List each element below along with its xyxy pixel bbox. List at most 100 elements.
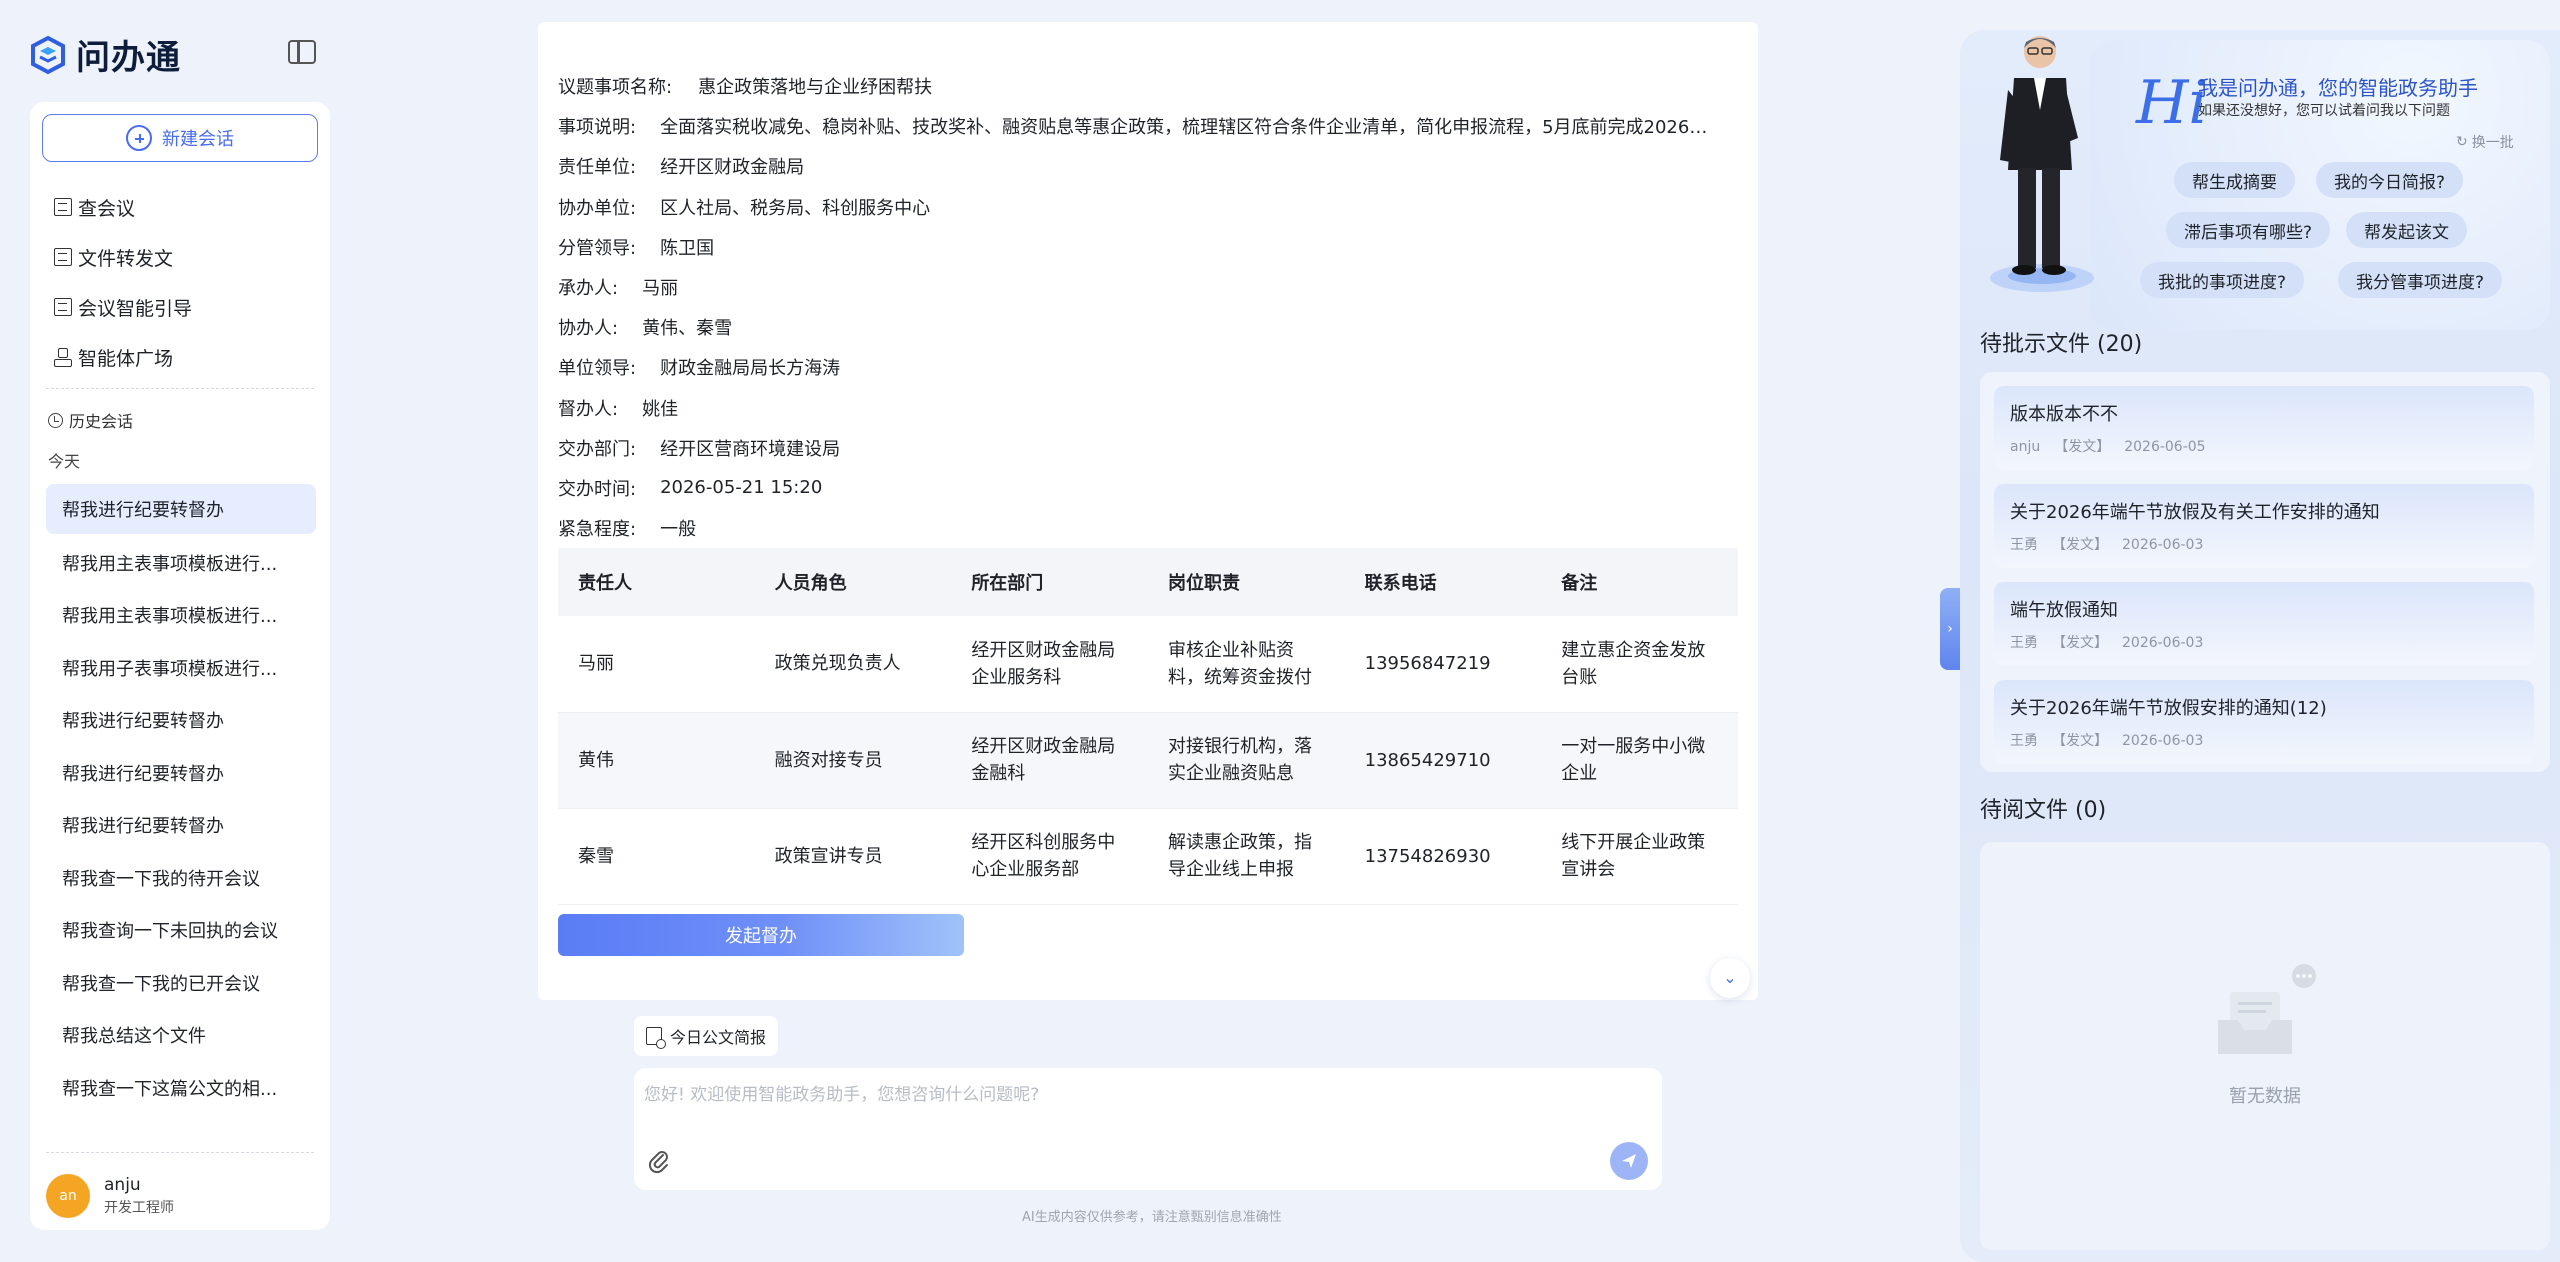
info-value: 2026-05-21 15:20	[660, 477, 823, 499]
history-list: 帮我进行纪要转督办 帮我用主表事项模板进行... 帮我用主表事项模板进行... …	[46, 484, 316, 1114]
nav-item-agent-square[interactable]: 智能体广场	[54, 332, 314, 382]
daily-brief-chip[interactable]: 今日公文简报	[634, 1016, 779, 1056]
history-item[interactable]: 帮我进行纪要转督办	[46, 799, 316, 852]
history-title: 历史会话	[69, 412, 134, 431]
info-row: 交办时间: 2026-05-21 15:20	[558, 468, 1738, 508]
column-header: 联系电话	[1344, 548, 1542, 616]
info-value: 马丽	[642, 278, 679, 300]
suggestion-chip[interactable]: 我分管事项进度?	[2338, 262, 2503, 298]
info-value: 一般	[660, 519, 697, 541]
toggle-right-panel-button[interactable]: ›	[1940, 588, 1960, 670]
file-type: 【发文】	[2052, 733, 2108, 749]
table-cell: 经开区科创服务中心企业服务部	[951, 808, 1148, 905]
chat-input[interactable]	[644, 1080, 1644, 1120]
file-meta: 王勇 【发文】 2026-06-03	[2010, 534, 2534, 554]
history-item[interactable]: 帮我进行纪要转督办	[46, 747, 316, 800]
scroll-to-bottom-button[interactable]: ⌄	[1710, 958, 1750, 998]
table-cell: 13865429710	[1344, 712, 1542, 809]
info-row: 协办人: 黄伟、秦雪	[558, 307, 1738, 347]
nav-item-meeting-guide[interactable]: 会议智能引导	[54, 282, 314, 332]
brand-name: 问办通	[76, 38, 181, 78]
info-label: 协办单位:	[558, 197, 637, 219]
info-label: 承办人:	[558, 278, 619, 300]
file-title: 端午放假通知	[2010, 600, 2118, 621]
pending-files-title: 待批示文件 (20)	[1980, 332, 2143, 357]
message-card: 议题事项名称: 惠企政策落地与企业纾困帮扶 事项说明: 全面落实税收减免、稳岗补贴、…	[538, 22, 1758, 1000]
history-item[interactable]: 帮我用子表事项模板进行...	[46, 642, 316, 695]
ai-disclaimer: AI生成内容仅供参考，请注意甄别信息准确性	[1022, 1210, 1282, 1225]
nav-item-label: 会议智能引导	[78, 297, 193, 320]
user-name: anju	[104, 1175, 141, 1195]
suggestion-chip[interactable]: 我的今日简报?	[2316, 162, 2464, 198]
pending-file-card[interactable]: 版本版本不不 anju 【发文】 2026-06-05	[1994, 386, 2534, 470]
info-row: 议题事项名称: 惠企政策落地与企业纾困帮扶	[558, 66, 1738, 106]
pending-file-card[interactable]: 端午放假通知 王勇 【发文】 2026-06-03	[1994, 582, 2534, 666]
history-item[interactable]: 帮我用主表事项模板进行...	[46, 537, 316, 590]
info-row: 交办部门: 经开区营商环境建设局	[558, 428, 1738, 468]
suggestion-chip[interactable]: 滞后事项有哪些?	[2166, 212, 2331, 248]
info-value: 经开区营商环境建设局	[660, 438, 841, 460]
file-title: 版本版本不不	[2010, 404, 2118, 425]
history-item[interactable]: 帮我进行纪要转督办	[46, 694, 316, 747]
info-value: 惠企政策落地与企业纾困帮扶	[698, 77, 933, 99]
nav-item-file-to-dispatch[interactable]: 文件转发文	[54, 232, 314, 282]
file-date: 2026-06-03	[2122, 537, 2204, 553]
refresh-label: 换一批	[2471, 135, 2514, 151]
suggestion-chip[interactable]: 帮发起该文	[2346, 212, 2467, 248]
suggestion-chip[interactable]: 帮生成摘要	[2174, 162, 2295, 198]
paperclip-icon[interactable]	[646, 1148, 672, 1174]
file-type: 【发文】	[2052, 635, 2108, 651]
table-cell: 审核企业补贴资料，统筹资金拨付	[1147, 616, 1345, 713]
info-value: 经开区财政金融局	[660, 157, 805, 179]
avatar: an	[46, 1174, 90, 1218]
table-cell: 黄伟	[558, 712, 755, 809]
column-header: 所在部门	[951, 548, 1148, 616]
new-chat-button[interactable]: 新建会话	[42, 114, 318, 162]
history-item[interactable]: 帮我总结这个文件	[46, 1009, 316, 1062]
history-item[interactable]: 帮我查一下我的已开会议	[46, 957, 316, 1010]
suggestion-chip[interactable]: 我批的事项进度?	[2140, 262, 2305, 298]
history-item[interactable]: 帮我查一下我的待开会议	[46, 852, 316, 905]
history-item[interactable]: 帮我进行纪要转督办	[46, 484, 316, 534]
file-type: 【发文】	[2052, 537, 2108, 553]
collapse-sidebar-icon[interactable]	[288, 40, 316, 64]
pending-file-card[interactable]: 关于2026年端午节放假及有关工作安排的通知 王勇 【发文】 2026-06-03	[1994, 484, 2534, 568]
column-header: 责任人	[558, 548, 755, 616]
responsibility-table: 责任人 人员角色 所在部门 岗位职责 联系电话 备注 马丽 政策兑现负责人 经开…	[558, 548, 1738, 905]
refresh-suggestions-button[interactable]: ↻ 换一批	[2456, 132, 2514, 152]
table-cell: 政策宣讲专员	[754, 808, 952, 905]
file-title: 关于2026年端午节放假安排的通知(12)	[2010, 698, 2327, 719]
send-button[interactable]	[1610, 1142, 1648, 1180]
info-label: 议题事项名称:	[558, 77, 673, 99]
assistant-subtitle: 如果还没想好，您可以试着问我以下问题	[2198, 103, 2450, 119]
user-profile[interactable]: an anju 开发工程师	[46, 1152, 314, 1218]
history-header: 历史会话	[48, 408, 133, 432]
daily-brief-label: 今日公文简报	[670, 1028, 767, 1047]
refresh-icon: ↻	[2456, 134, 2468, 150]
nav-list: 查会议 文件转发文 会议智能引导 智能体广场	[54, 182, 314, 382]
nav-item-label: 智能体广场	[78, 347, 174, 370]
file-user: 王勇	[2010, 537, 2038, 553]
issue-details: 议题事项名称: 惠企政策落地与企业纾困帮扶 事项说明: 全面落实税收减免、稳岗补贴、…	[558, 66, 1738, 548]
document-icon	[54, 248, 72, 266]
empty-state-text: 暂无数据	[2229, 1086, 2301, 1107]
nav-item-label: 文件转发文	[78, 247, 174, 270]
history-item[interactable]: 帮我查询一下未回执的会议	[46, 904, 316, 957]
table-cell: 线下开展企业政策宣讲会	[1541, 808, 1738, 905]
chat-input-box	[634, 1068, 1662, 1190]
empty-inbox-icon	[2218, 964, 2316, 1054]
table-cell: 13754826930	[1344, 808, 1542, 905]
file-user: 王勇	[2010, 635, 2038, 651]
nav-item-meetings[interactable]: 查会议	[54, 182, 314, 232]
table-cell: 政策兑现负责人	[754, 616, 952, 713]
start-supervision-button[interactable]: 发起督办	[558, 914, 964, 956]
table-cell: 对接银行机构，落实企业融资贴息	[1147, 712, 1345, 809]
pending-file-card[interactable]: 关于2026年端午节放假安排的通知(12) 王勇 【发文】 2026-06-03	[1994, 680, 2534, 764]
today-label: 今天	[48, 452, 81, 471]
file-user: 王勇	[2010, 733, 2038, 749]
table-row: 马丽 政策兑现负责人 经开区财政金融局企业服务科 审核企业补贴资料，统筹资金拨付…	[558, 616, 1738, 713]
history-item[interactable]: 帮我用主表事项模板进行...	[46, 589, 316, 642]
info-value: 黄伟、秦雪	[642, 318, 733, 340]
history-item[interactable]: 帮我查一下这篇公文的相...	[46, 1062, 316, 1115]
file-user: anju	[2010, 439, 2041, 455]
